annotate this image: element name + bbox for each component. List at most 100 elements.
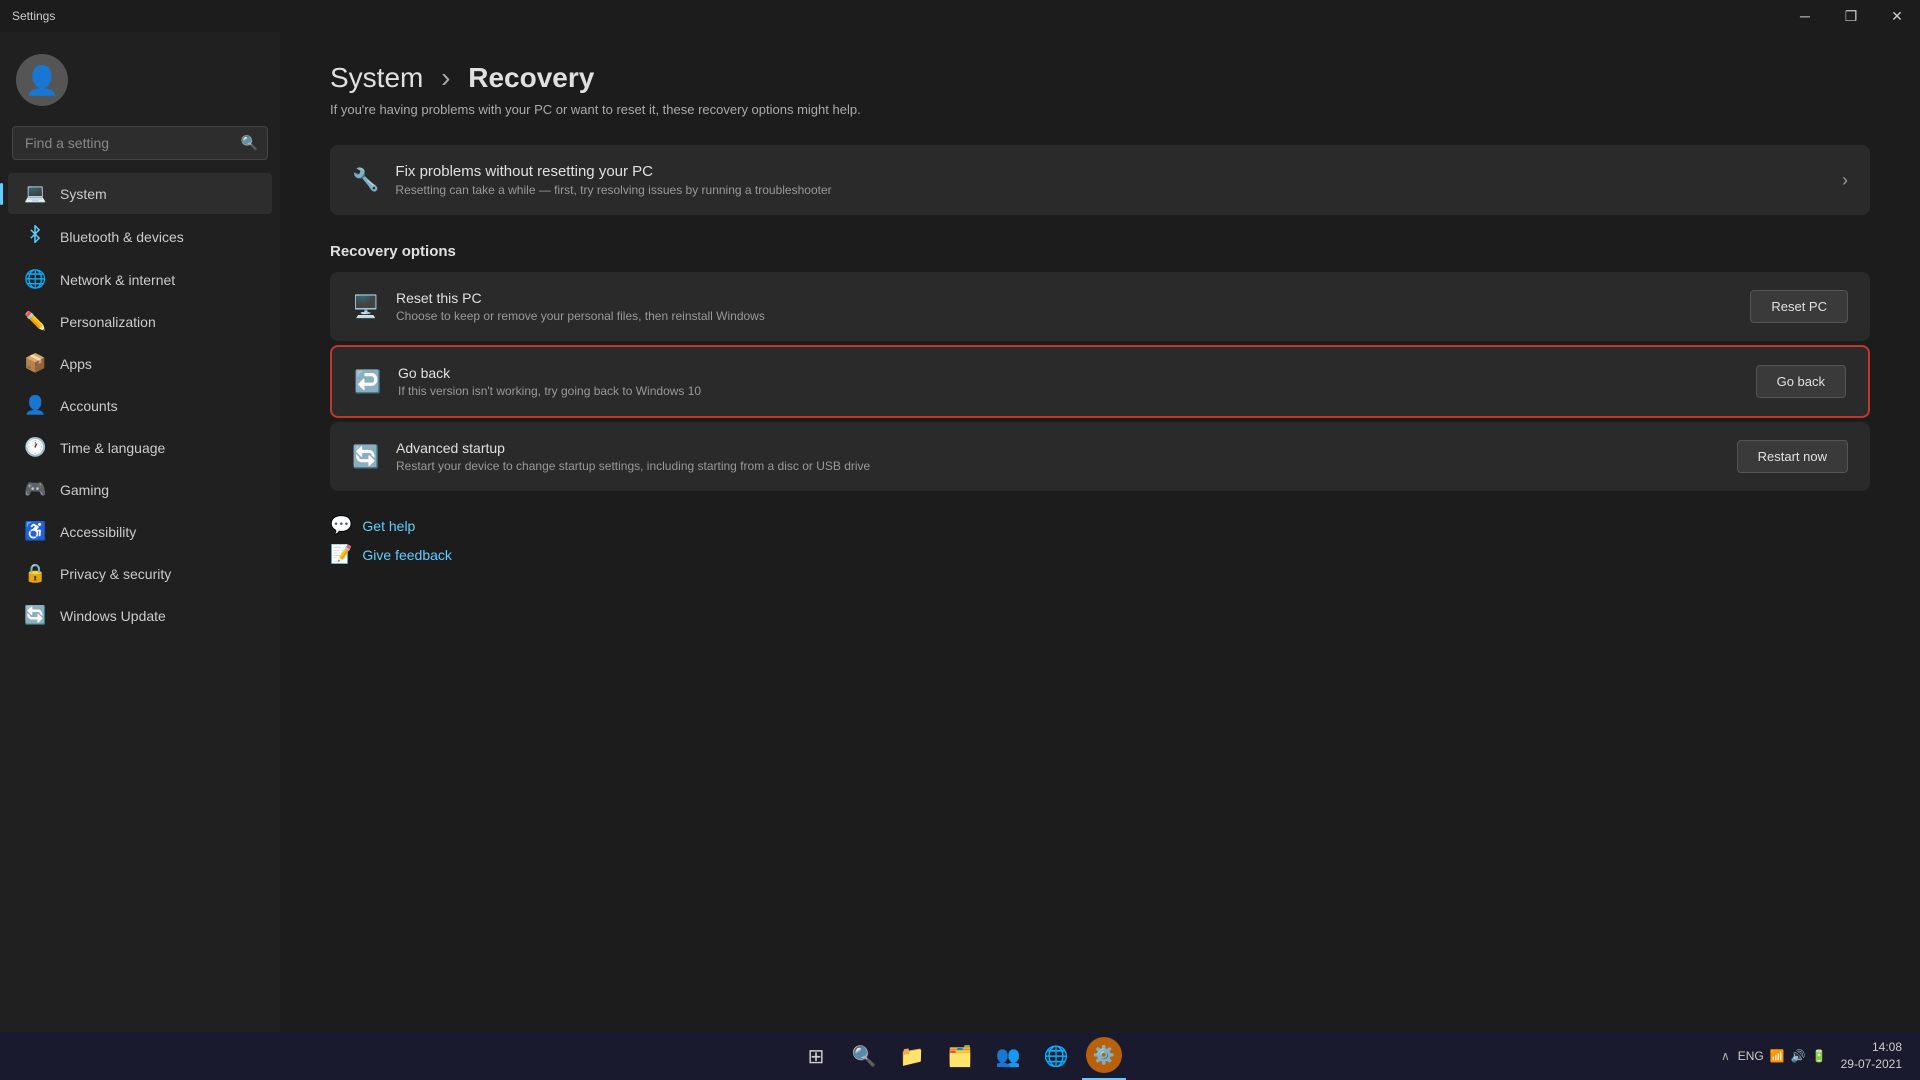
breadcrumb-parent: System xyxy=(330,62,423,93)
go-back-icon: ↩️ xyxy=(354,369,382,395)
taskbar: ⊞ 🔍 📁 🗂️ 👥 🌐 ⚙️ ∧ ENG 📶 🔊 🔋 14:08 xyxy=(0,1032,1920,1080)
sidebar-item-windows-update[interactable]: 🔄 Windows Update xyxy=(8,595,272,636)
main-content: System › Recovery If you're having probl… xyxy=(280,32,1920,1032)
teams-icon: 👥 xyxy=(996,1044,1021,1069)
edge-button[interactable]: 🌐 xyxy=(1034,1032,1078,1080)
language-indicator: ENG xyxy=(1738,1049,1764,1063)
clock[interactable]: 14:08 29-07-2021 xyxy=(1835,1037,1908,1075)
sidebar-item-accessibility[interactable]: ♿ Accessibility xyxy=(8,511,272,552)
search-box[interactable]: 🔍 xyxy=(12,126,268,160)
recovery-options-title: Recovery options xyxy=(330,243,1870,260)
bluetooth-icon xyxy=(24,225,46,248)
user-profile: 👤 xyxy=(0,42,280,126)
nav-menu: 💻 System Bluetooth & devices 🌐 Network &… xyxy=(0,172,280,637)
teams-button[interactable]: 👥 xyxy=(986,1032,1030,1080)
close-button[interactable]: ✕ xyxy=(1874,0,1920,32)
fix-problems-icon: 🔧 xyxy=(352,167,379,193)
sidebar-item-label: Accounts xyxy=(60,398,118,414)
file-explorer-icon: 📁 xyxy=(900,1044,925,1069)
fix-card-text: Fix problems without resetting your PC R… xyxy=(395,163,1842,197)
taskbar-right: ∧ ENG 📶 🔊 🔋 14:08 29-07-2021 xyxy=(1721,1037,1908,1075)
reset-pc-card: 🖥️ Reset this PC Choose to keep or remov… xyxy=(330,272,1870,341)
privacy-icon: 🔒 xyxy=(24,563,46,584)
store-icon: 🗂️ xyxy=(948,1044,973,1069)
sidebar-item-accounts[interactable]: 👤 Accounts xyxy=(8,385,272,426)
reset-pc-title: Reset this PC xyxy=(396,290,1750,306)
reset-pc-text: Reset this PC Choose to keep or remove y… xyxy=(396,290,1750,323)
sidebar-item-network[interactable]: 🌐 Network & internet xyxy=(8,259,272,300)
advanced-startup-desc: Restart your device to change startup se… xyxy=(396,459,1737,473)
fix-problems-card[interactable]: 🔧 Fix problems without resetting your PC… xyxy=(330,145,1870,215)
taskbar-search-icon: 🔍 xyxy=(852,1044,877,1069)
title-bar: Settings ─ ❐ ✕ xyxy=(0,0,1920,32)
store-button[interactable]: 🗂️ xyxy=(938,1032,982,1080)
system-tray-expand[interactable]: ∧ xyxy=(1721,1049,1730,1063)
breadcrumb: System › Recovery xyxy=(330,62,1870,94)
sidebar: 👤 🔍 💻 System Bluetooth & devices xyxy=(0,32,280,1032)
settings-taskbar-button[interactable]: ⚙️ xyxy=(1082,1032,1126,1080)
personalization-icon: ✏️ xyxy=(24,311,46,332)
start-button[interactable]: ⊞ xyxy=(794,1032,838,1080)
breadcrumb-current: Recovery xyxy=(468,62,594,93)
sidebar-item-label: Time & language xyxy=(60,440,165,456)
windows-update-icon: 🔄 xyxy=(24,605,46,626)
maximize-button[interactable]: ❐ xyxy=(1828,0,1874,32)
sidebar-item-label: System xyxy=(60,186,107,202)
apps-icon: 📦 xyxy=(24,353,46,374)
minimize-button[interactable]: ─ xyxy=(1782,0,1828,32)
breadcrumb-separator: › xyxy=(441,62,450,93)
go-back-desc: If this version isn't working, try going… xyxy=(398,384,1756,398)
search-icon: 🔍 xyxy=(241,135,258,152)
sidebar-item-personalization[interactable]: ✏️ Personalization xyxy=(8,301,272,342)
sidebar-item-label: Privacy & security xyxy=(60,566,171,582)
sidebar-item-privacy[interactable]: 🔒 Privacy & security xyxy=(8,553,272,594)
sidebar-item-label: Bluetooth & devices xyxy=(60,229,184,245)
go-back-card: ↩️ Go back If this version isn't working… xyxy=(330,345,1870,418)
accessibility-icon: ♿ xyxy=(24,521,46,542)
advanced-startup-icon: 🔄 xyxy=(352,444,380,470)
taskbar-search-button[interactable]: 🔍 xyxy=(842,1032,886,1080)
sidebar-item-apps[interactable]: 📦 Apps xyxy=(8,343,272,384)
give-feedback-icon: 📝 xyxy=(330,544,352,565)
window-title: Settings xyxy=(12,9,55,23)
sidebar-item-system[interactable]: 💻 System xyxy=(8,173,272,214)
restart-now-button[interactable]: Restart now xyxy=(1737,440,1848,473)
get-help-icon: 💬 xyxy=(330,515,352,536)
give-feedback-link[interactable]: 📝 Give feedback xyxy=(330,544,1870,565)
settings-tray-icon: ⚙️ xyxy=(1086,1037,1122,1073)
window-controls: ─ ❐ ✕ xyxy=(1782,0,1920,32)
go-back-button[interactable]: Go back xyxy=(1756,365,1846,398)
advanced-startup-card: 🔄 Advanced startup Restart your device t… xyxy=(330,422,1870,491)
reset-pc-desc: Choose to keep or remove your personal f… xyxy=(396,309,1750,323)
file-explorer-button[interactable]: 📁 xyxy=(890,1032,934,1080)
time-icon: 🕐 xyxy=(24,437,46,458)
clock-date: 29-07-2021 xyxy=(1841,1056,1902,1073)
app-container: 👤 🔍 💻 System Bluetooth & devices xyxy=(0,32,1920,1032)
reset-pc-button[interactable]: Reset PC xyxy=(1750,290,1848,323)
sidebar-item-bluetooth[interactable]: Bluetooth & devices xyxy=(8,215,272,258)
page-description: If you're having problems with your PC o… xyxy=(330,102,1870,117)
sidebar-item-gaming[interactable]: 🎮 Gaming xyxy=(8,469,272,510)
wifi-icon: 📶 xyxy=(1770,1049,1785,1063)
system-icon: 💻 xyxy=(24,183,46,204)
volume-icon: 🔊 xyxy=(1791,1049,1806,1063)
accounts-icon: 👤 xyxy=(24,395,46,416)
fix-card-desc: Resetting can take a while — first, try … xyxy=(395,183,1842,197)
sidebar-item-label: Windows Update xyxy=(60,608,166,624)
sidebar-item-label: Personalization xyxy=(60,314,156,330)
go-back-text: Go back If this version isn't working, t… xyxy=(398,365,1756,398)
network-icon: 🌐 xyxy=(24,269,46,290)
sidebar-item-label: Gaming xyxy=(60,482,109,498)
go-back-title: Go back xyxy=(398,365,1756,381)
advanced-startup-text: Advanced startup Restart your device to … xyxy=(396,440,1737,473)
reset-pc-icon: 🖥️ xyxy=(352,294,380,320)
links-section: 💬 Get help 📝 Give feedback xyxy=(330,515,1870,565)
sidebar-item-label: Apps xyxy=(60,356,92,372)
get-help-link[interactable]: 💬 Get help xyxy=(330,515,1870,536)
start-icon: ⊞ xyxy=(808,1044,825,1069)
search-input[interactable] xyxy=(12,126,268,160)
fix-card-title: Fix problems without resetting your PC xyxy=(395,163,1842,180)
battery-icon: 🔋 xyxy=(1812,1049,1827,1063)
sidebar-item-time[interactable]: 🕐 Time & language xyxy=(8,427,272,468)
clock-time: 14:08 xyxy=(1841,1039,1902,1056)
